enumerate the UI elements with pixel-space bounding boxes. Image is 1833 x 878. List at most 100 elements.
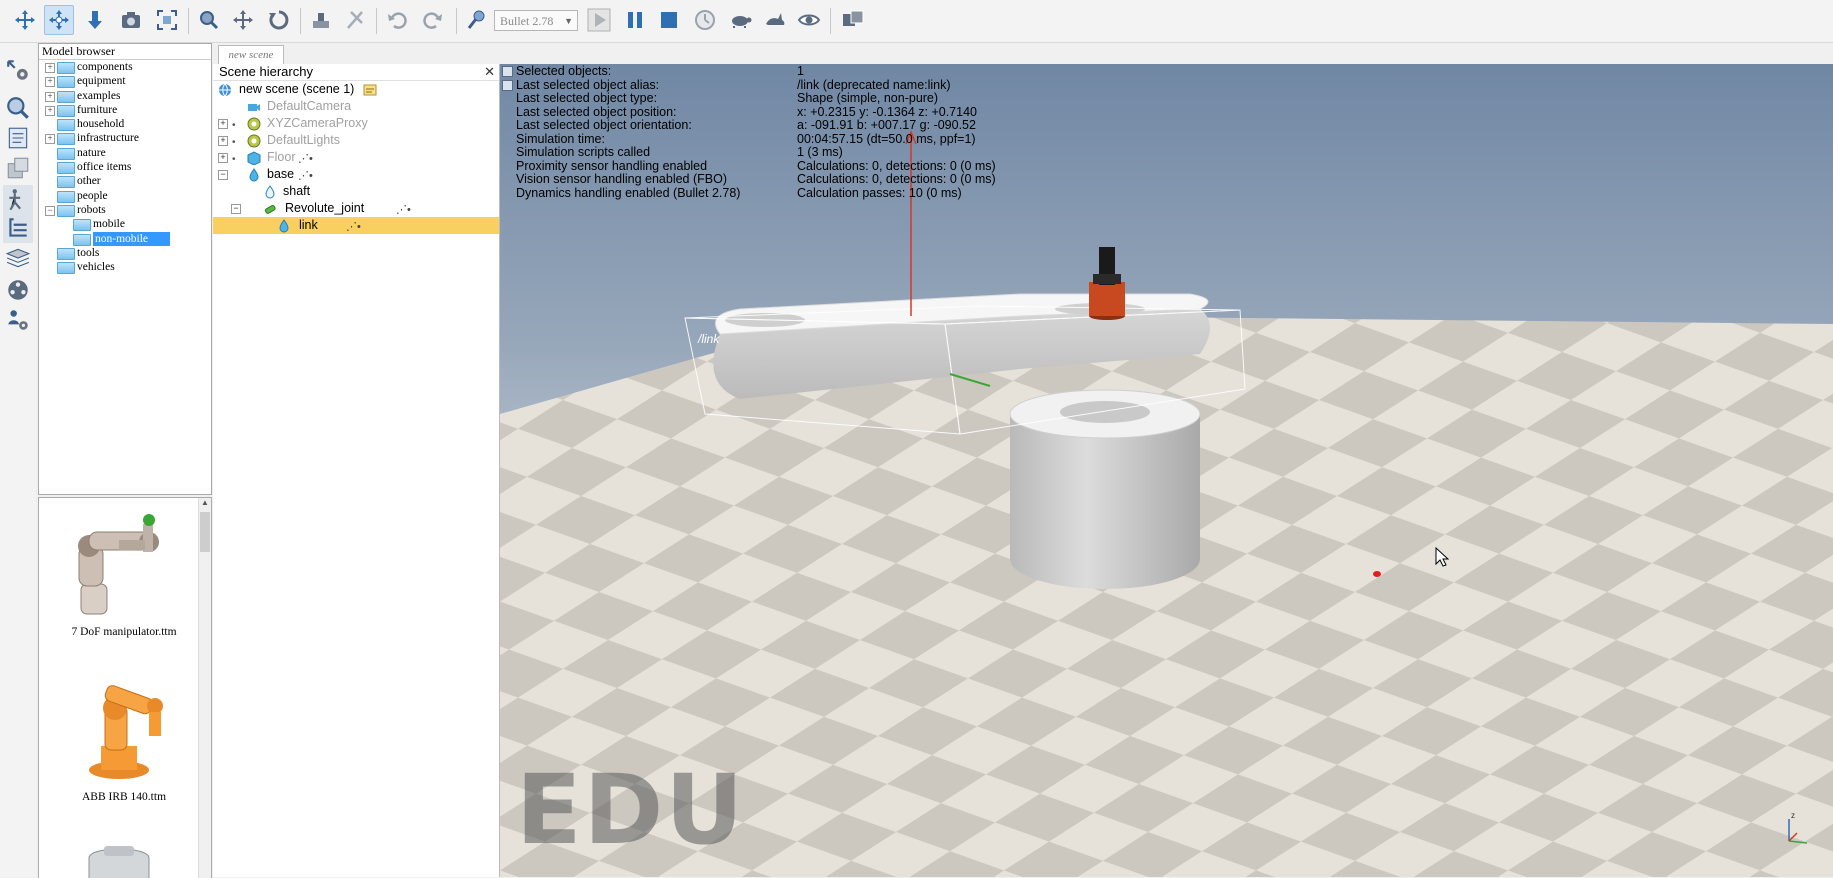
info-key: Simulation time: — [516, 131, 605, 146]
camera-pan-icon[interactable] — [10, 5, 40, 35]
script-icon[interactable] — [363, 83, 377, 97]
pause-simulation-icon[interactable] — [620, 5, 650, 35]
start-simulation-icon[interactable] — [584, 5, 614, 35]
abb-irb140-image — [89, 685, 163, 779]
expand-icon[interactable]: + — [218, 136, 228, 146]
info-key: Simulation scripts called — [516, 145, 651, 159]
info-key: Last selected object orientation: — [516, 118, 692, 132]
model-folder-mobile[interactable]: mobile — [39, 217, 211, 232]
redo-icon[interactable] — [418, 5, 448, 35]
model-folder-robots[interactable]: − robots — [39, 203, 211, 217]
tree-item-label: Revolute_joint — [285, 201, 365, 215]
info-toggle-checkbox[interactable] — [502, 66, 513, 77]
model-folder-office-items[interactable]: office items — [39, 160, 211, 175]
object-shift-icon[interactable] — [228, 5, 258, 35]
expand-icon[interactable]: + — [218, 119, 228, 129]
model-folder-vehicles[interactable]: vehicles — [39, 260, 211, 275]
stop-simulation-icon[interactable] — [654, 5, 684, 35]
info-toggle-checkbox[interactable] — [502, 80, 513, 91]
shape-edit-icon[interactable] — [3, 153, 33, 183]
user-settings-icon[interactable] — [3, 305, 33, 335]
scrollbar-thumb[interactable] — [200, 512, 210, 552]
folder-icon — [73, 219, 91, 232]
camera-shift-icon[interactable] — [80, 5, 110, 35]
tree-item-base[interactable]: − base ⋰• — [213, 166, 499, 183]
model-folder-label: examples — [77, 89, 121, 102]
transfer-dna-icon[interactable] — [340, 5, 370, 35]
speed-up-icon[interactable] — [760, 5, 790, 35]
tree-item-xyz-camera-proxy[interactable]: + • XYZCameraProxy — [213, 115, 499, 132]
folder-icon — [57, 262, 75, 275]
model-folder-other[interactable]: other — [39, 174, 211, 189]
model-folder-label: people — [77, 189, 108, 202]
model-folder-furniture[interactable]: + furniture — [39, 103, 211, 117]
model-folder-household[interactable]: household — [39, 117, 211, 132]
scene-hierarchy-toggle-icon[interactable] — [3, 213, 33, 243]
folder-icon — [57, 176, 75, 189]
tree-item-default-camera[interactable]: DefaultCamera — [213, 98, 499, 115]
model-thumbnail[interactable]: ABB IRB 140.ttm — [49, 666, 199, 806]
folder-icon — [57, 147, 75, 160]
toggle-visualization-icon[interactable] — [794, 5, 824, 35]
model-folder-equipment[interactable]: + equipment — [39, 74, 211, 89]
info-value: 1 — [797, 64, 804, 78]
manipulator-7dof-image — [78, 514, 159, 615]
scroll-up-icon[interactable]: ▲ — [200, 498, 210, 510]
folder-icon — [57, 133, 75, 146]
model-browser-toggle-icon[interactable] — [3, 185, 33, 215]
model-folder-non-mobile[interactable]: non-mobile — [39, 231, 211, 246]
tree-item-label: shaft — [283, 184, 311, 198]
zoom-icon[interactable] — [3, 93, 33, 123]
engine-settings-icon[interactable] — [462, 5, 492, 35]
model-browser-title: Model browser — [39, 44, 211, 60]
object-rotate-icon[interactable] — [264, 5, 294, 35]
close-icon[interactable]: ✕ — [484, 64, 495, 80]
collapse-icon[interactable]: − — [231, 204, 241, 214]
video-recorder-icon[interactable] — [3, 275, 33, 305]
physics-engine-select[interactable]: Bullet 2.78 ▼ — [494, 10, 578, 31]
model-folder-tools[interactable]: tools — [39, 246, 211, 260]
undo-icon[interactable] — [382, 5, 412, 35]
tree-item-shaft[interactable]: shaft — [213, 183, 499, 200]
folder-icon — [57, 162, 75, 175]
thumbnail-scrollbar[interactable]: ▲ — [198, 498, 211, 878]
script-icon[interactable] — [3, 123, 33, 153]
model-folder-label: non-mobile — [93, 231, 171, 246]
model-thumbnail[interactable]: 7 DoF manipulator.ttm — [49, 506, 199, 638]
model-folder-infrastructure[interactable]: + infrastructure — [39, 131, 211, 146]
collapse-icon[interactable]: − — [45, 205, 55, 216]
assemble-icon[interactable] — [306, 5, 336, 35]
model-folder-people[interactable]: people — [39, 189, 211, 203]
realtime-icon[interactable] — [690, 5, 720, 35]
expand-icon[interactable]: + — [45, 105, 55, 116]
model-folder-label: vehicles — [77, 261, 115, 274]
scene-hierarchy-panel: Scene hierarchy ✕ new scene (scene 1) De… — [213, 64, 500, 877]
tree-item-floor[interactable]: + • Floor ⋰• — [213, 149, 499, 166]
slow-down-icon[interactable] — [726, 5, 756, 35]
model-folder-components[interactable]: + components — [39, 60, 211, 74]
expand-icon[interactable]: + — [218, 153, 228, 163]
expand-icon[interactable]: + — [45, 134, 55, 145]
expand-icon[interactable]: + — [45, 91, 55, 102]
tree-item-link[interactable]: link ⋰• — [213, 217, 499, 234]
expand-icon[interactable]: + — [45, 63, 55, 73]
fit-to-view-icon[interactable] — [152, 5, 182, 35]
model-folder-examples[interactable]: + examples — [39, 89, 211, 103]
camera-zoom-icon[interactable] — [116, 5, 146, 35]
tree-item-label: Floor — [267, 150, 296, 164]
model-folder-nature[interactable]: nature — [39, 146, 211, 160]
collapse-icon[interactable]: − — [218, 170, 228, 180]
page-selector-icon[interactable] — [838, 5, 868, 35]
object-select-icon[interactable] — [194, 5, 224, 35]
layers-icon[interactable] — [3, 243, 33, 273]
tree-item-revolute-joint[interactable]: − Revolute_joint ⋰• — [213, 200, 499, 217]
tab-new-scene[interactable]: new scene — [218, 45, 284, 65]
expand-icon[interactable]: + — [45, 77, 55, 88]
scene-viewport[interactable]: Selected objects: 1 Last selected object a… — [500, 64, 1833, 877]
model-thumbnail[interactable] — [49, 838, 199, 878]
camera-rotate-icon[interactable] — [44, 5, 74, 35]
model-folder-label: tools — [77, 246, 100, 259]
scene-root[interactable]: new scene (scene 1) — [213, 81, 499, 98]
simulation-settings-icon[interactable] — [3, 55, 33, 85]
tree-item-default-lights[interactable]: + • DefaultLights — [213, 132, 499, 149]
